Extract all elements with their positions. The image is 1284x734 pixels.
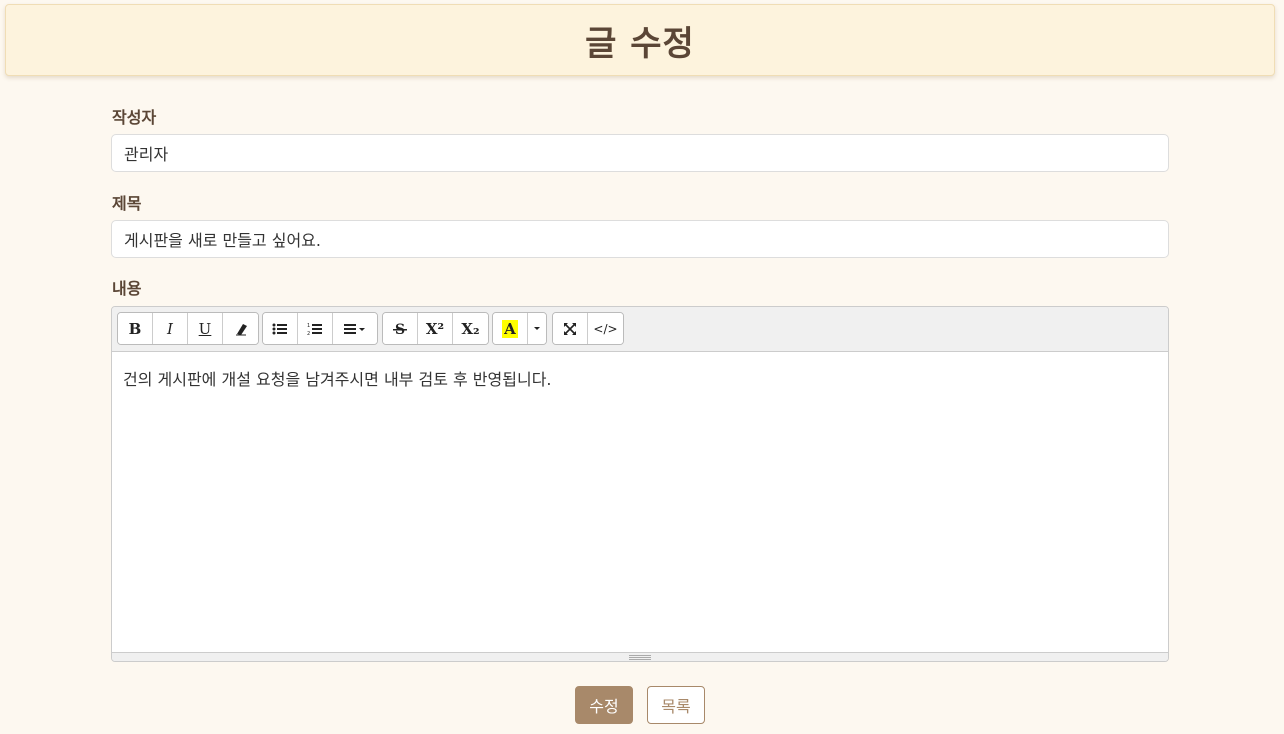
align-left-icon: [344, 323, 365, 334]
page-title: 글 수정: [585, 23, 695, 64]
color-group: A: [492, 312, 547, 345]
page-header: 글 수정: [5, 4, 1275, 76]
title-label: 제목: [112, 194, 142, 213]
underline-button[interactable]: U: [188, 313, 223, 344]
eraser-button[interactable]: [223, 313, 258, 344]
numbered-list-icon: 12: [307, 323, 322, 336]
bold-button[interactable]: B: [118, 313, 153, 344]
rich-text-editor: B I U 12 S X² X₂ A </> 건의 게시판에 개설 요청을 남겨…: [111, 306, 1169, 662]
subscript-button[interactable]: X₂: [453, 313, 488, 344]
list-button[interactable]: 목록: [647, 686, 705, 724]
font-color-button[interactable]: A: [493, 313, 528, 344]
italic-button[interactable]: I: [153, 313, 188, 344]
eraser-icon: [235, 323, 247, 335]
strikethrough-button[interactable]: S: [383, 313, 418, 344]
strikethrough-icon: S: [393, 322, 407, 337]
caret-down-icon: [534, 326, 540, 330]
bullet-list-icon: [272, 323, 287, 334]
script-group: S X² X₂: [382, 312, 489, 345]
author-field[interactable]: 관리자: [111, 134, 1169, 172]
svg-text:1: 1: [307, 323, 310, 329]
editor-resize-handle[interactable]: [112, 652, 1168, 661]
editor-toolbar: B I U 12 S X² X₂ A </>: [112, 307, 1168, 352]
align-button[interactable]: [333, 313, 377, 344]
unordered-list-button[interactable]: [263, 313, 298, 344]
code-view-button[interactable]: </>: [588, 313, 623, 344]
font-style-group: B I U: [117, 312, 259, 345]
fullscreen-button[interactable]: [553, 313, 588, 344]
view-group: </>: [552, 312, 624, 345]
editor-content[interactable]: 건의 게시판에 개설 요청을 남겨주시면 내부 검토 후 반영됩니다.: [112, 352, 1168, 652]
grip-icon: [629, 655, 651, 660]
author-label: 작성자: [112, 108, 157, 127]
superscript-button[interactable]: X²: [418, 313, 453, 344]
color-dropdown-button[interactable]: [528, 313, 546, 344]
expand-icon: [564, 322, 576, 335]
content-label: 내용: [112, 279, 142, 298]
title-field[interactable]: 게시판을 새로 만들고 싶어요.: [111, 220, 1169, 258]
code-icon: </>: [593, 321, 618, 336]
submit-button[interactable]: 수정: [575, 686, 633, 724]
font-color-icon: A: [502, 319, 518, 338]
ordered-list-button[interactable]: 12: [298, 313, 333, 344]
svg-text:2: 2: [307, 331, 310, 336]
paragraph-group: 12: [262, 312, 378, 345]
